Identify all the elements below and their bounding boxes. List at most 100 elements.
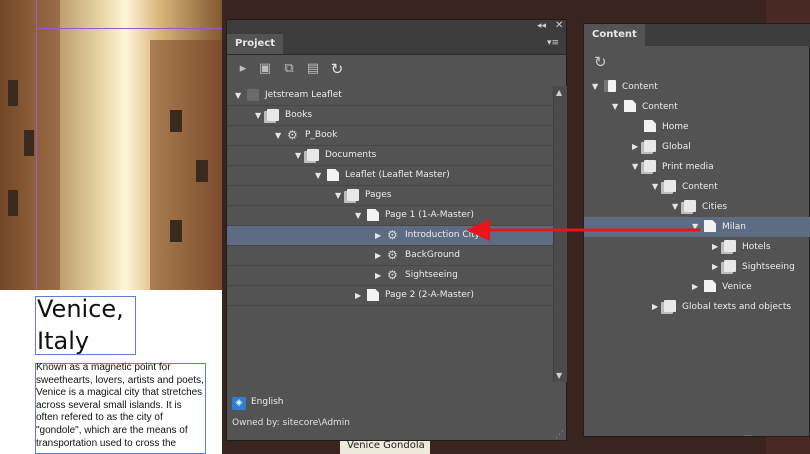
folder-icon	[644, 140, 656, 152]
expanded-arrow-icon[interactable]: ▼	[652, 177, 658, 196]
panel-tab-bar: Content	[584, 24, 810, 46]
tree-row-label: Books	[285, 110, 313, 120]
tree-row-label: Global	[662, 142, 691, 152]
expanded-arrow-icon[interactable]: ▼	[672, 197, 678, 216]
tree-row-label: Sightseeing	[742, 262, 795, 272]
resize-grip-icon[interactable]: ┄┄	[744, 432, 752, 440]
export-icon[interactable]: ⧉	[281, 61, 297, 77]
tree-row-label: Page 2 (2-A-Master)	[385, 290, 474, 300]
checkout-icon[interactable]: ▤	[305, 61, 321, 77]
collapsed-arrow-icon[interactable]: ▶	[652, 297, 658, 316]
tree-row[interactable]: ▼ Documents	[227, 146, 553, 166]
expanded-arrow-icon[interactable]: ▼	[355, 206, 361, 225]
expanded-arrow-icon[interactable]: ▼	[255, 106, 261, 125]
project-toolbar: ▸ ▣ ⧉ ▤ ↻	[227, 55, 566, 85]
language-flag-icon[interactable]: ◈	[232, 397, 246, 410]
tree-row[interactable]: ▼ Content	[584, 77, 810, 97]
panel-menu-icon[interactable]: ▾≡	[547, 38, 559, 48]
tree-row[interactable]: ▶ Global texts and objects	[584, 297, 810, 317]
resize-grip-icon[interactable]: ⋰	[555, 430, 564, 440]
collapsed-arrow-icon[interactable]: ▶	[692, 277, 698, 296]
folder-icon	[724, 260, 736, 272]
tree-row[interactable]: ▶ Sightseeing	[584, 257, 810, 277]
tree-row[interactable]: ▼ Content	[584, 97, 810, 117]
tree-row-label: Pages	[365, 190, 392, 200]
tree-row[interactable]: ▼ Leaflet (Leaflet Master)	[227, 166, 553, 186]
expanded-arrow-icon[interactable]: ▼	[315, 166, 321, 185]
tree-row[interactable]: ▶ ⚙ BackGround	[227, 246, 553, 266]
tree-row[interactable]: ▼ Milan	[584, 217, 810, 237]
document-icon	[624, 100, 636, 112]
tree-row-label: Cities	[702, 202, 728, 212]
tree-row[interactable]: ▼ Print media	[584, 157, 810, 177]
scroll-down-icon[interactable]: ▼	[556, 371, 562, 380]
expanded-arrow-icon[interactable]: ▼	[295, 146, 301, 165]
content-tree: ▼ Content ▼ Content Home ▶ Global ▼ Print media ▼…	[584, 77, 810, 337]
tree-row[interactable]: ▼ Content	[584, 177, 810, 197]
owner-label: Owned by: sitecore\Admin	[232, 418, 351, 428]
tree-row[interactable]: ▶ ⚙ Sightseeing	[227, 266, 553, 286]
expanded-arrow-icon[interactable]: ▼	[612, 97, 618, 116]
folder-icon	[347, 189, 359, 201]
collapsed-arrow-icon[interactable]: ▶	[712, 237, 718, 256]
tree-row[interactable]: ▶ Global	[584, 137, 810, 157]
tree-row-label: Jetstream Leaflet	[265, 90, 342, 100]
expanded-arrow-icon[interactable]: ▼	[592, 77, 598, 96]
language-label[interactable]: English	[251, 397, 284, 407]
tree-row[interactable]: ▼ Books	[227, 106, 553, 126]
document-icon	[644, 120, 656, 132]
tree-row[interactable]: Home	[584, 117, 810, 137]
tree-row-label: Venice	[722, 282, 752, 292]
tree-row[interactable]: ▼ Pages	[227, 186, 553, 206]
folder-icon	[307, 149, 319, 161]
folder-icon	[664, 300, 676, 312]
tree-row-label: Page 1 (1-A-Master)	[385, 210, 474, 220]
document-icon	[367, 289, 379, 301]
collapsed-arrow-icon[interactable]: ▶	[632, 137, 638, 156]
folder-icon	[267, 109, 279, 121]
content-panel: Content ↻ ▼ Content ▼ Content Home ▶ Global ▼ Pr…	[583, 23, 810, 440]
margin-guide-vertical	[36, 0, 37, 290]
tree-row[interactable]: ▼ ⚙ P_Book	[227, 126, 553, 146]
snippet-icon: ⚙	[387, 248, 398, 262]
content-root-icon	[604, 80, 616, 92]
expanded-arrow-icon[interactable]: ▼	[632, 157, 638, 176]
collapsed-arrow-icon[interactable]: ▶	[712, 257, 718, 276]
open-document-icon[interactable]: ▸	[235, 61, 251, 77]
tree-row-label: BackGround	[405, 250, 460, 260]
tree-row[interactable]: ▼ Cities	[584, 197, 810, 217]
folder-icon	[684, 200, 696, 212]
document-icon	[704, 220, 716, 232]
collapsed-arrow-icon[interactable]: ▶	[375, 226, 381, 245]
tree-row[interactable]: ▼ Page 1 (1-A-Master)	[227, 206, 553, 226]
tree-row[interactable]: ▶ ⚙ Introduction City	[227, 226, 553, 246]
snippet-card-label: Venice Gondola	[347, 440, 425, 451]
tree-row[interactable]: ▶ Page 2 (2-A-Master)	[227, 286, 553, 306]
collapsed-arrow-icon[interactable]: ▶	[375, 266, 381, 285]
refresh-icon[interactable]: ↻	[594, 53, 607, 71]
tree-row-label: Sightseeing	[405, 270, 458, 280]
tab-content[interactable]: Content	[584, 24, 645, 46]
tree-row[interactable]: ▼ Jetstream Leaflet	[227, 86, 553, 106]
collapsed-arrow-icon[interactable]: ▶	[355, 286, 361, 305]
project-scrollbar[interactable]: ▲ ▼	[553, 86, 567, 382]
expanded-arrow-icon[interactable]: ▼	[235, 86, 241, 105]
tab-project[interactable]: Project	[227, 34, 284, 54]
expanded-arrow-icon[interactable]: ▼	[275, 126, 281, 145]
panel-title-bar[interactable]: ◂◂ ✕	[227, 20, 566, 34]
folder-icon	[644, 160, 656, 172]
save-icon[interactable]: ▣	[257, 61, 273, 77]
document-body-text: Known as a magnetic point for sweetheart…	[36, 362, 204, 449]
scroll-up-icon[interactable]: ▲	[556, 88, 562, 97]
tree-row[interactable]: ▶ Hotels	[584, 237, 810, 257]
refresh-icon[interactable]: ↻	[329, 61, 345, 77]
expanded-arrow-icon[interactable]: ▼	[335, 186, 341, 205]
document-icon	[327, 169, 339, 181]
close-icon[interactable]: ✕	[555, 20, 563, 31]
collapsed-arrow-icon[interactable]: ▶	[375, 246, 381, 265]
folder-icon	[724, 240, 736, 252]
tree-row[interactable]: ▶ Venice	[584, 277, 810, 297]
folder-icon	[664, 180, 676, 192]
expanded-arrow-icon[interactable]: ▼	[692, 217, 698, 236]
double-chevron-left-icon[interactable]: ◂◂	[537, 21, 546, 31]
